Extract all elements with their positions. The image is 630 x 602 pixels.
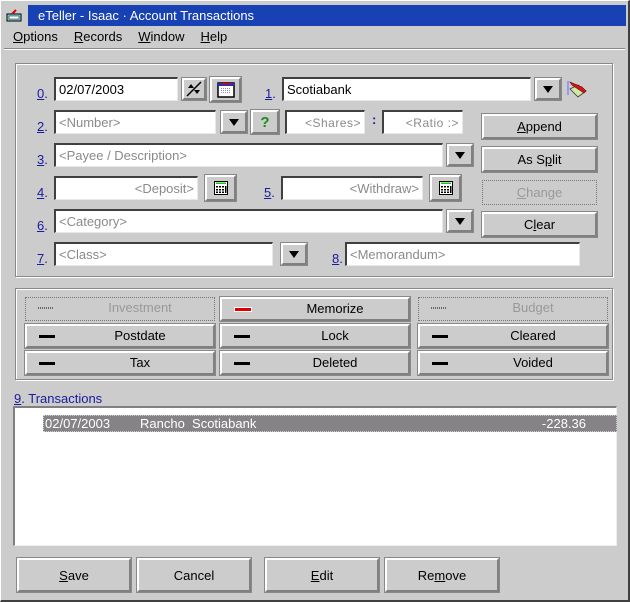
investment-toggle[interactable]: Investment <box>25 297 215 321</box>
help-button[interactable]: ? <box>250 109 280 135</box>
as-split-button[interactable]: As Split <box>481 146 598 173</box>
class-dropdown-button[interactable] <box>280 242 308 266</box>
field-0-label: 0. <box>37 86 48 101</box>
payee-field[interactable]: <Payee / Description> <box>54 143 443 167</box>
calendar-button[interactable] <box>209 76 242 103</box>
transaction-amount: -228.36 <box>541 416 586 431</box>
field-1-label: 1. <box>265 86 276 101</box>
transaction-row[interactable]: 02/07/2003 Rancho Scotiabank -228.36 <box>43 415 617 432</box>
cancel-button[interactable]: Cancel <box>136 557 252 593</box>
cash-register-icon[interactable] <box>4 5 24 25</box>
memorandum-field[interactable]: <Memorandum> <box>345 242 580 266</box>
account-dropdown-button[interactable] <box>534 77 562 101</box>
menu-records[interactable]: Records <box>70 27 126 47</box>
change-button[interactable]: Change <box>482 180 597 205</box>
field-5-label: 5. <box>264 185 275 200</box>
class-field[interactable]: <Class> <box>54 242 273 266</box>
chevron-down-icon <box>455 217 465 225</box>
tax-toggle[interactable]: Tax <box>24 350 216 376</box>
transactions-list[interactable]: 02/07/2003 Rancho Scotiabank -228.36 <box>13 406 617 546</box>
date-spin-button[interactable] <box>181 77 207 101</box>
indicator-icon <box>234 335 250 338</box>
spin-arrows-icon <box>186 81 202 97</box>
budget-toggle[interactable]: Budget <box>418 297 608 321</box>
calculator-icon <box>438 181 453 195</box>
indicator-icon <box>432 362 448 365</box>
account-transactions-window: eTeller - Isaac · Account Transactions O… <box>0 0 630 602</box>
withdraw-field[interactable]: <Withdraw> <box>281 176 423 200</box>
menu-help[interactable]: Help <box>197 27 232 47</box>
number-field[interactable]: <Number> <box>54 110 216 134</box>
remove-button[interactable]: Remove <box>384 557 500 593</box>
account-field[interactable]: Scotiabank <box>282 77 531 101</box>
menu-bar: Options Records Window Help <box>9 27 239 47</box>
indicator-icon <box>431 307 447 309</box>
indicator-icon <box>38 307 54 309</box>
chevron-down-icon <box>289 250 299 258</box>
field-8-label: 8. <box>332 251 343 266</box>
calendar-icon <box>216 81 235 98</box>
indicator-icon <box>39 362 55 365</box>
chevron-down-icon <box>229 118 239 126</box>
category-field[interactable]: <Category> <box>54 209 443 233</box>
lock-toggle[interactable]: Lock <box>219 323 411 349</box>
category-dropdown-button[interactable] <box>446 209 474 233</box>
ratio-separator: : <box>372 112 377 127</box>
chevron-down-icon <box>543 85 553 93</box>
transaction-date: 02/07/2003 <box>45 416 111 431</box>
field-2-label: 2. <box>37 119 48 134</box>
transaction-payee: Rancho Scotiabank <box>140 416 257 431</box>
save-button[interactable]: Save <box>16 557 132 593</box>
shares-field[interactable]: <Shares> <box>285 110 365 134</box>
number-dropdown-button[interactable] <box>220 110 248 134</box>
postdate-toggle[interactable]: Postdate <box>24 323 216 349</box>
voided-toggle[interactable]: Voided <box>417 350 609 376</box>
indicator-icon <box>234 307 252 312</box>
menu-options[interactable]: Options <box>9 27 62 47</box>
payee-dropdown-button[interactable] <box>446 143 474 167</box>
memorize-toggle[interactable]: Memorize <box>219 296 411 322</box>
deleted-toggle[interactable]: Deleted <box>219 350 411 376</box>
indicator-icon <box>39 335 55 338</box>
chevron-down-icon <box>455 151 465 159</box>
edit-account-icon[interactable] <box>566 79 588 102</box>
window-title: eTeller - Isaac · Account Transactions <box>28 5 626 26</box>
date-field[interactable]: 02/07/2003 <box>54 77 178 101</box>
question-mark-icon: ? <box>260 113 270 131</box>
indicator-icon <box>432 335 448 338</box>
field-3-label: 3. <box>37 152 48 167</box>
transactions-label: 9. Transactions <box>14 391 103 406</box>
indicator-icon <box>234 362 250 365</box>
calculator-icon <box>213 181 228 195</box>
deposit-field[interactable]: <Deposit> <box>54 176 198 200</box>
withdraw-calculator-button[interactable] <box>429 174 462 202</box>
title-bar[interactable]: eTeller - Isaac · Account Transactions <box>4 4 626 26</box>
field-4-label: 4. <box>37 185 48 200</box>
deposit-calculator-button[interactable] <box>204 174 237 202</box>
field-7-label: 7. <box>37 251 48 266</box>
menu-window[interactable]: Window <box>134 27 188 47</box>
ratio-field[interactable]: <Ratio :> <box>382 110 463 134</box>
field-6-label: 6. <box>37 218 48 233</box>
append-button[interactable]: Append <box>481 113 598 140</box>
menu-separator <box>4 48 625 50</box>
edit-button[interactable]: Edit <box>264 557 380 593</box>
clear-button[interactable]: Clear <box>481 211 598 238</box>
cleared-toggle[interactable]: Cleared <box>417 323 609 349</box>
